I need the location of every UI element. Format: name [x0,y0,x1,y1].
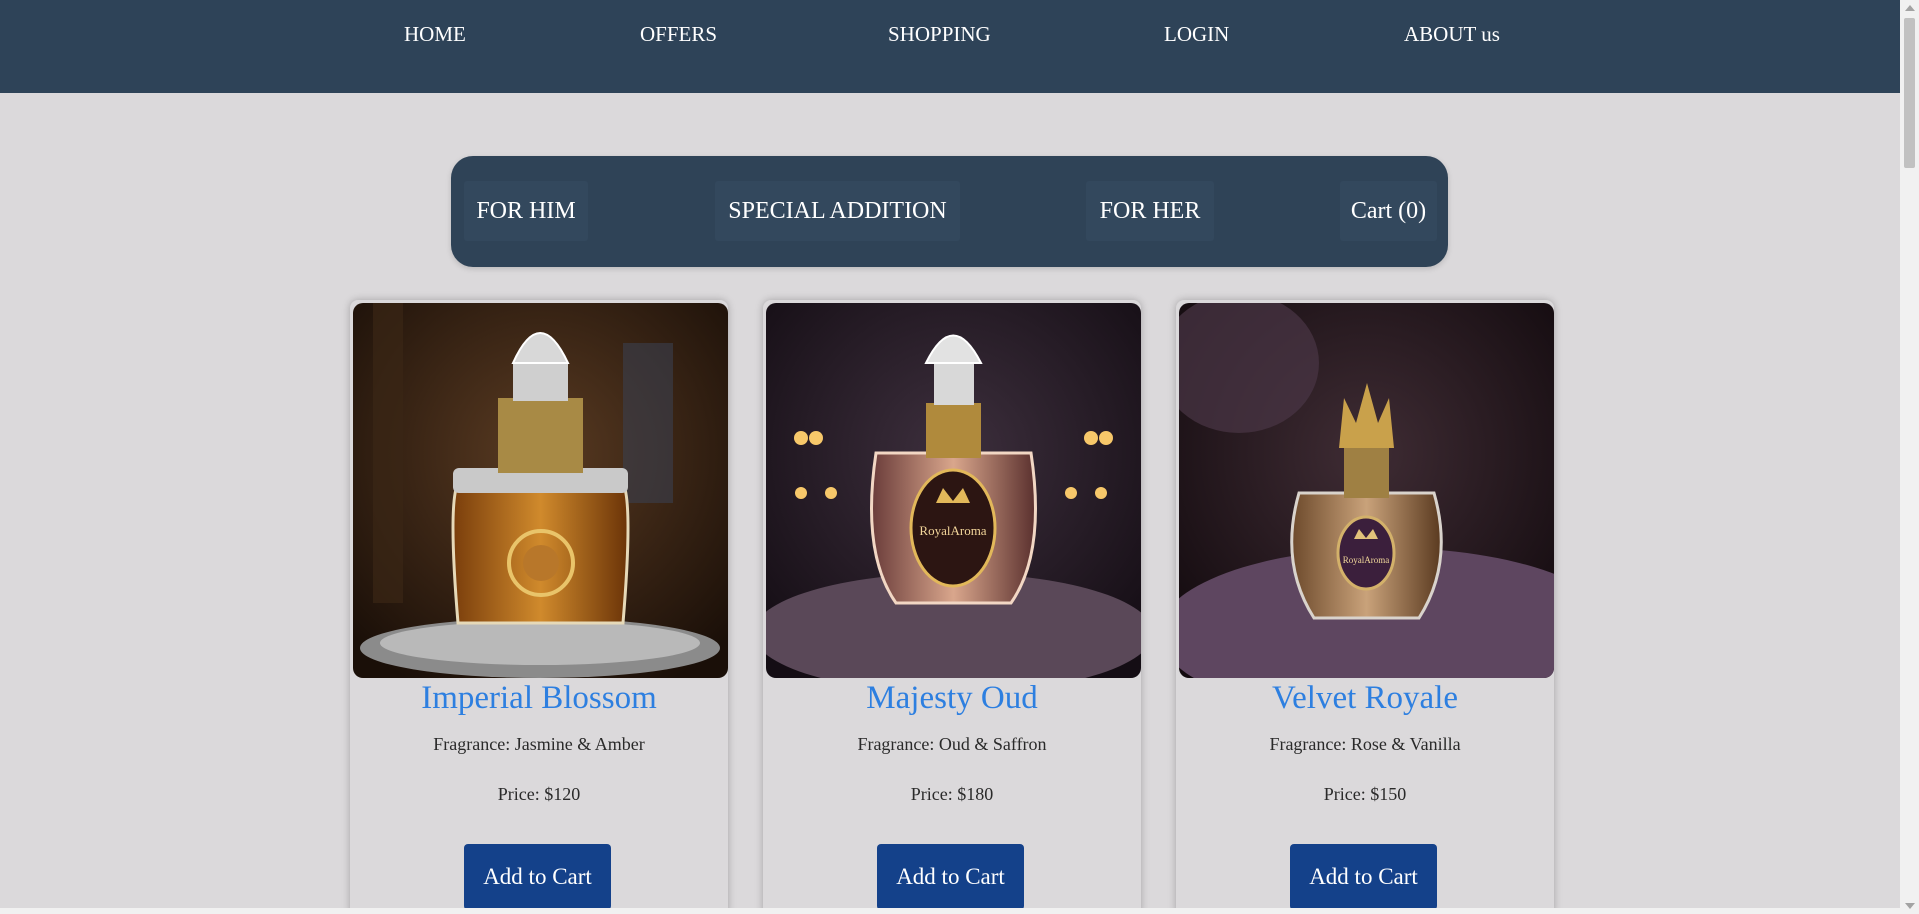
svg-text:RoyalAroma: RoyalAroma [1343,555,1390,565]
perfume-bottle-image: RoyalAroma [1179,303,1554,678]
top-navigation-bar: HOME OFFERS SHOPPING LOGIN ABOUT us [0,0,1900,93]
product-title: Majesty Oud [866,680,1038,716]
scroll-down-icon[interactable] [1905,903,1915,909]
category-special-addition-button[interactable]: SPECIAL ADDITION [715,181,960,241]
product-image-imperial-blossom[interactable] [353,303,728,678]
product-card: RoyalAroma Majesty Oud Fragrance: Oud & … [763,300,1141,914]
nav-login-link[interactable]: LOGIN [1164,22,1229,47]
nav-about-link[interactable]: ABOUT us [1404,22,1500,47]
product-price: Price: $180 [910,784,994,804]
svg-text:RoyalAroma: RoyalAroma [919,523,986,538]
nav-offers-link[interactable]: OFFERS [640,22,717,47]
vertical-scrollbar[interactable] [1900,0,1919,914]
cart-button[interactable]: Cart (0) [1340,181,1437,241]
horizontal-scrollbar[interactable] [0,908,1900,914]
product-card: RoyalAroma Velvet Royale Fragrance: Rose… [1176,300,1554,914]
category-for-him-button[interactable]: FOR HIM [464,181,588,241]
product-fragrance: Fragrance: Oud & Saffron [857,734,1047,754]
product-image-majesty-oud[interactable]: RoyalAroma [766,303,1141,678]
product-price: Price: $120 [497,784,581,804]
product-price: Price: $150 [1323,784,1407,804]
add-to-cart-button[interactable]: Add to Cart [1290,844,1437,910]
product-fragrance: Fragrance: Jasmine & Amber [433,734,645,754]
scroll-up-icon[interactable] [1905,5,1915,11]
perfume-bottle-image: RoyalAroma [766,303,1141,678]
product-card: Imperial Blossom Fragrance: Jasmine & Am… [350,300,728,914]
category-bar: FOR HIM SPECIAL ADDITION FOR HER Cart (0… [451,156,1448,267]
product-title: Velvet Royale [1271,680,1459,716]
nav-shopping-link[interactable]: SHOPPING [888,22,991,47]
product-image-velvet-royale[interactable]: RoyalAroma [1179,303,1554,678]
product-title: Imperial Blossom [421,680,657,716]
scrollbar-thumb[interactable] [1904,18,1915,168]
add-to-cart-button[interactable]: Add to Cart [464,844,611,910]
perfume-bottle-image [353,303,728,678]
add-to-cart-button[interactable]: Add to Cart [877,844,1024,910]
category-for-her-button[interactable]: FOR HER [1086,181,1214,241]
nav-home-link[interactable]: HOME [404,22,466,47]
product-fragrance: Fragrance: Rose & Vanilla [1269,734,1461,754]
